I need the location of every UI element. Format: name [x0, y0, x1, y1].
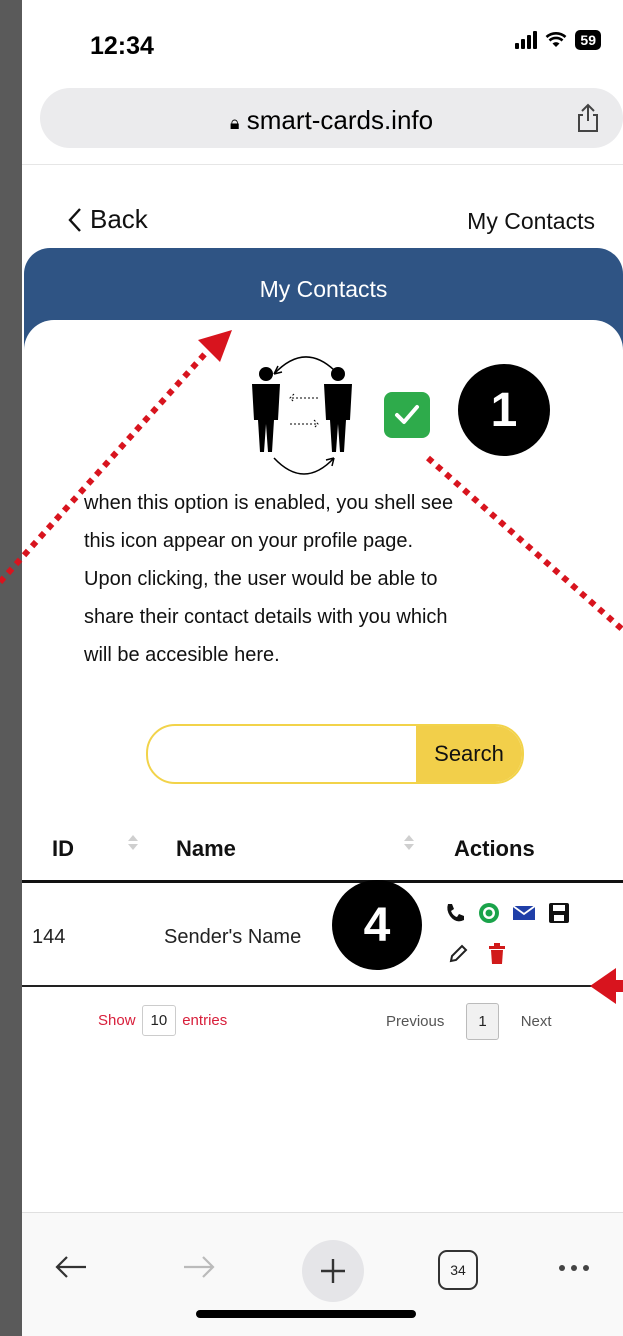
entries-select[interactable]: 10 [141, 1005, 177, 1036]
table-header-divider [22, 880, 623, 883]
home-indicator [196, 1310, 416, 1318]
annotation-badge-1: 1 [458, 364, 550, 456]
tabs-button[interactable]: 34 [438, 1250, 478, 1290]
description-line: will be accesible here. [84, 644, 280, 666]
description-line: share their contact details with you whi… [84, 606, 448, 628]
new-tab-button[interactable] [302, 1240, 364, 1302]
edit-pencil-icon[interactable] [448, 944, 468, 964]
back-arrow-icon[interactable] [54, 1252, 88, 1282]
column-header-name[interactable]: Name [176, 836, 236, 862]
status-icons: 59 [515, 30, 601, 50]
row-name: Sender's Name [164, 926, 302, 948]
column-header-id[interactable]: ID [52, 836, 74, 862]
url-display[interactable]: 🔒︎ smart-cards.info [40, 105, 623, 136]
description-line: when this option is enabled, you shell s… [84, 492, 454, 514]
entries-label: entries [182, 1012, 228, 1029]
url-bar[interactable]: 🔒︎ smart-cards.info [40, 88, 623, 148]
divider [22, 164, 623, 165]
share-icon[interactable] [575, 103, 601, 133]
page-button-current[interactable]: 1 [466, 1003, 499, 1040]
table-row-divider [22, 985, 623, 987]
search-button[interactable]: Search [416, 726, 522, 782]
delete-trash-icon[interactable] [488, 943, 506, 965]
column-header-actions[interactable]: Actions [454, 836, 535, 862]
previous-button[interactable]: Previous [386, 1013, 444, 1030]
description-line: Upon clicking, the user would be able to [84, 568, 438, 590]
battery-indicator: 59 [575, 30, 601, 50]
plus-icon [321, 1259, 345, 1283]
url-text: smart-cards.info [246, 105, 434, 135]
contact-exchange-icon [252, 356, 352, 475]
entries-selector: Show 10 entries [98, 1005, 227, 1036]
phone-screen: 12:34 59 🔒︎ smart-cards.info Back My Con… [22, 0, 623, 1336]
section-header-title: My Contacts [259, 276, 388, 302]
row-id: 144 [32, 926, 66, 948]
chevron-left-icon [68, 207, 81, 232]
annotation-badge-4: 4 [332, 880, 422, 970]
wifi-icon [546, 32, 567, 47]
back-label: Back [90, 204, 148, 234]
phone-icon[interactable] [444, 902, 466, 924]
description: when this option is enabled, you shell s… [84, 484, 584, 674]
sort-icon[interactable] [128, 835, 138, 850]
whatsapp-icon[interactable] [478, 902, 500, 924]
forward-arrow-icon[interactable] [182, 1252, 216, 1282]
row-actions-secondary [448, 943, 506, 965]
show-label: Show [98, 1012, 136, 1029]
check-icon [395, 405, 419, 424]
lock-icon: 🔒︎ [229, 113, 240, 133]
search-form: Search [146, 724, 524, 784]
description-line: this icon appear on your profile page. [84, 530, 414, 552]
save-icon[interactable] [548, 902, 570, 924]
checkbox-enabled-icon [384, 392, 430, 438]
email-icon[interactable] [512, 904, 536, 922]
next-button[interactable]: Next [521, 1013, 552, 1030]
sort-icon[interactable] [404, 835, 414, 850]
signal-icon [515, 31, 538, 49]
search-input[interactable] [148, 726, 416, 782]
toolbar-divider [22, 1212, 623, 1213]
page-title: My Contacts [467, 208, 595, 234]
pagination: Previous 1 Next [386, 1003, 552, 1040]
row-actions [444, 902, 570, 924]
more-options-icon[interactable] [558, 1264, 590, 1272]
status-time: 12:34 [90, 32, 154, 60]
back-button[interactable]: Back [68, 204, 148, 235]
